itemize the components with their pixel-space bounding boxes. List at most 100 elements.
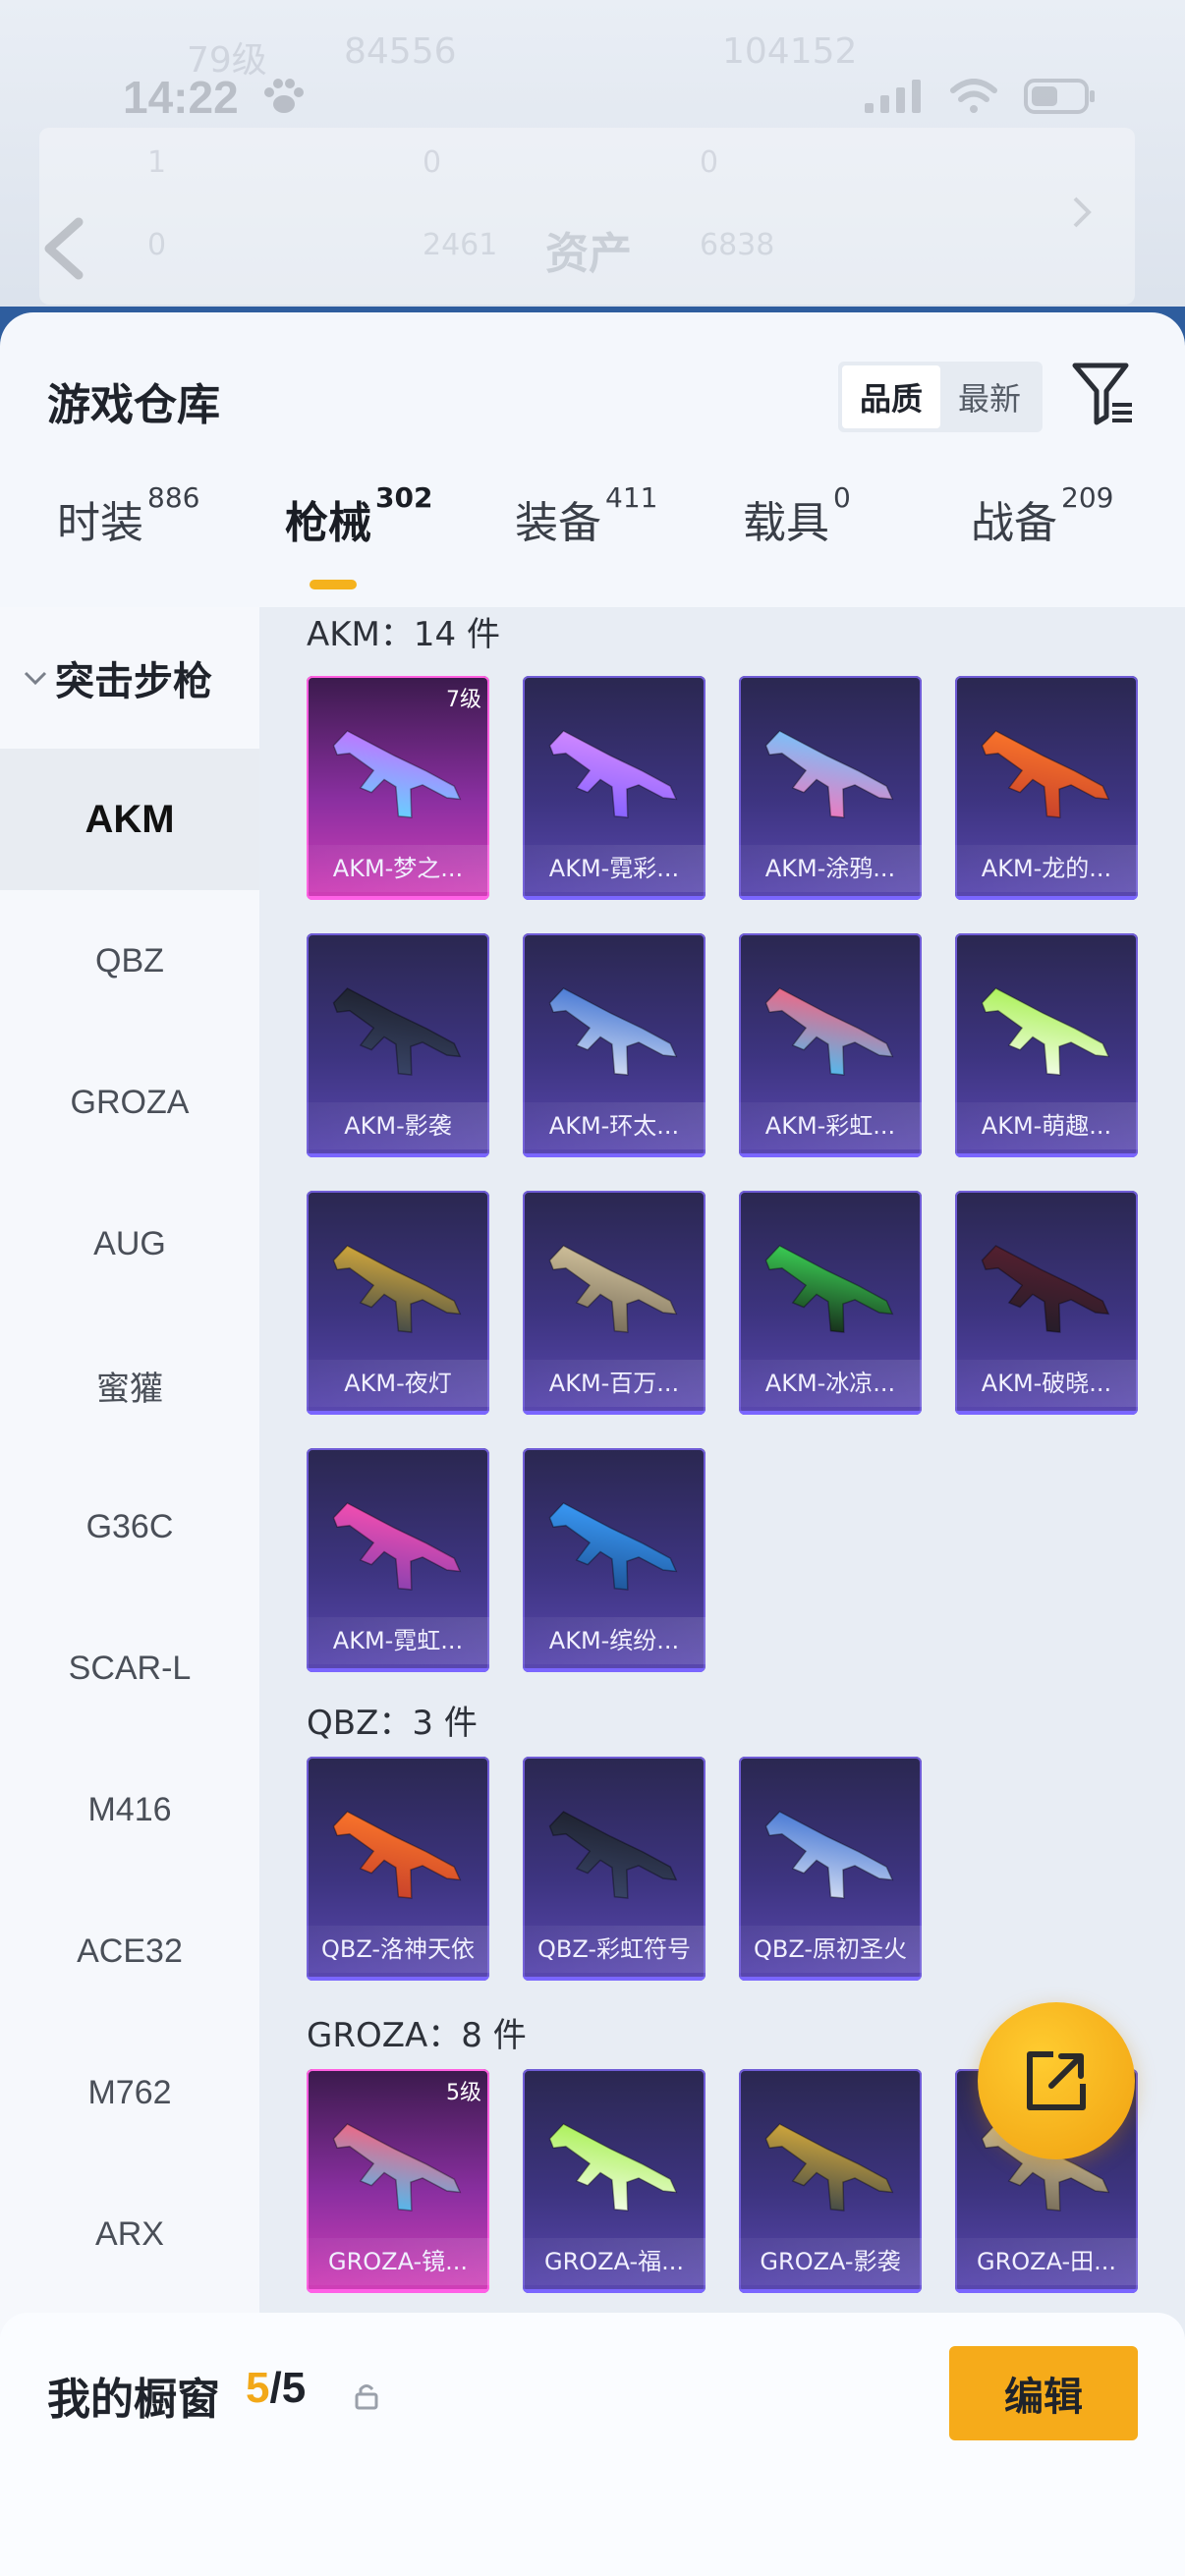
skin-card[interactable]: AKM-夜灯 — [307, 1191, 489, 1415]
skin-card[interactable]: QBZ-彩虹符号 — [523, 1757, 705, 1981]
rifle-icon — [764, 1245, 894, 1333]
rarity-bar — [955, 896, 1138, 900]
skin-card[interactable]: QBZ-原初圣火 — [739, 1757, 922, 1981]
bg-value-6: 0 — [147, 228, 167, 262]
showcase-total: /5 — [269, 2364, 307, 2412]
sidebar-item-m416[interactable]: M416 — [0, 1739, 259, 1880]
skin-level-badge: 7级 — [446, 688, 481, 712]
sidebar-item-arx[interactable]: ARX — [0, 2163, 259, 2305]
share-button[interactable] — [978, 2002, 1135, 2159]
skin-name: QBZ-彩虹符号 — [523, 1926, 705, 1973]
tab-vehicles[interactable]: 载具0 — [743, 481, 851, 550]
skin-card[interactable]: AKM-涂鸦... — [739, 676, 922, 900]
sidebar-item-g36c[interactable]: G36C — [0, 1456, 259, 1597]
wifi-icon — [950, 79, 997, 113]
rifle-icon — [548, 1245, 678, 1333]
battery-icon — [1024, 79, 1095, 114]
bg-value-4: 0 — [423, 145, 442, 180]
skin-name: GROZA-镜... — [307, 2238, 489, 2285]
rifle-icon — [332, 1502, 462, 1591]
rifle-icon — [332, 2123, 462, 2212]
sidebar-item-akm[interactable]: AKM — [0, 749, 259, 890]
tab-firearms[interactable]: 枪械302 — [285, 481, 432, 550]
sidebar-item-honey-badger[interactable]: 蜜獾 — [0, 1315, 259, 1456]
tab-fashion[interactable]: 时装886 — [57, 481, 199, 550]
edit-button[interactable]: 编辑 — [949, 2346, 1138, 2440]
bg-value-3: 1 — [147, 145, 167, 180]
sidebar-item-qbz[interactable]: QBZ — [0, 890, 259, 1032]
background-title: 资产 — [545, 229, 632, 279]
tab-count: 411 — [605, 481, 658, 514]
skin-name: QBZ-洛神天依 — [307, 1926, 489, 1973]
skin-card[interactable]: AKM-百万... — [523, 1191, 705, 1415]
rarity-bar — [523, 1411, 705, 1415]
showcase-current: 5 — [246, 2364, 270, 2412]
bg-value-5: 0 — [700, 145, 719, 180]
rarity-bar — [307, 896, 489, 900]
warehouse-sheet: 游戏仓库 品质 最新 时装886 枪械302 装备411 载具0 战备209 突… — [0, 312, 1185, 2576]
skin-name: AKM-百万... — [523, 1360, 705, 1407]
skin-card[interactable]: AKM-萌趣... — [955, 933, 1138, 1157]
rarity-bar — [739, 1411, 922, 1415]
rifle-icon — [981, 730, 1110, 818]
tab-count: 0 — [833, 481, 851, 514]
rarity-bar — [307, 1411, 489, 1415]
skin-card[interactable]: AKM-龙的... — [955, 676, 1138, 900]
tab-count: 886 — [147, 481, 200, 514]
rarity-bar — [523, 2289, 705, 2293]
group-title-akm: AKM：14 件 — [307, 615, 500, 654]
sidebar-header[interactable]: 突击步枪 — [0, 607, 259, 749]
back-chevron-icon[interactable] — [39, 216, 88, 281]
skin-card[interactable]: AKM-霓虹... — [307, 1448, 489, 1672]
skin-card[interactable]: GROZA-福... — [523, 2069, 705, 2293]
skin-card[interactable]: AKM-霓彩... — [523, 676, 705, 900]
tab-count: 209 — [1061, 481, 1114, 514]
bg-value-2: 104152 — [722, 31, 858, 72]
category-tabs: 时装886 枪械302 装备411 载具0 战备209 — [0, 481, 1185, 576]
tab-supplies[interactable]: 战备209 — [971, 481, 1113, 550]
background-header: 79级 84556 104152 1 0 0 0 2461 6838 14:22… — [0, 0, 1185, 324]
skin-card[interactable]: AKM-冰凉... — [739, 1191, 922, 1415]
skin-name: GROZA-福... — [523, 2238, 705, 2285]
skin-card[interactable]: AKM-彩虹... — [739, 933, 922, 1157]
rarity-bar — [739, 1977, 922, 1981]
rarity-bar — [523, 896, 705, 900]
status-icons — [865, 79, 1097, 114]
sidebar-item-ace32[interactable]: ACE32 — [0, 1880, 259, 2022]
skin-card[interactable]: 5级 GROZA-镜... — [307, 2069, 489, 2293]
filter-icon[interactable] — [1071, 360, 1134, 428]
sidebar-header-label: 突击步枪 — [55, 659, 212, 704]
rarity-bar — [307, 1977, 489, 1981]
rifle-icon — [332, 987, 462, 1076]
tab-label: 装备 — [515, 498, 601, 548]
rifle-icon — [764, 2123, 894, 2212]
rifle-icon — [764, 987, 894, 1076]
sidebar-item-m762[interactable]: M762 — [0, 2022, 259, 2163]
rifle-icon — [981, 1245, 1110, 1333]
sidebar-item-aug[interactable]: AUG — [0, 1173, 259, 1315]
skin-card[interactable]: AKM-破晓... — [955, 1191, 1138, 1415]
skin-card[interactable]: AKM-影袭 — [307, 933, 489, 1157]
skin-name: AKM-龙的... — [955, 845, 1138, 892]
skin-card[interactable]: AKM-缤纷... — [523, 1448, 705, 1672]
skin-card[interactable]: GROZA-影袭 — [739, 2069, 922, 2293]
rifle-icon — [332, 730, 462, 818]
rifle-icon — [548, 2123, 678, 2212]
sidebar-item-scar-l[interactable]: SCAR-L — [0, 1597, 259, 1739]
sidebar-item-groza[interactable]: GROZA — [0, 1032, 259, 1173]
rifle-icon — [548, 987, 678, 1076]
sort-newest-button[interactable]: 最新 — [940, 365, 1039, 428]
skin-name: QBZ-原初圣火 — [739, 1926, 922, 1973]
skin-name: AKM-涂鸦... — [739, 845, 922, 892]
rarity-bar — [523, 1977, 705, 1981]
skin-name: AKM-萌趣... — [955, 1102, 1138, 1149]
sort-quality-button[interactable]: 品质 — [842, 365, 940, 428]
skin-card[interactable]: 7级 AKM-梦之... — [307, 676, 489, 900]
skin-card[interactable]: AKM-环太... — [523, 933, 705, 1157]
skin-name: AKM-夜灯 — [307, 1360, 489, 1407]
rarity-bar — [523, 1668, 705, 1672]
tab-equipment[interactable]: 装备411 — [515, 481, 657, 550]
group-title-qbz: QBZ：3 件 — [307, 1704, 478, 1743]
skin-card[interactable]: QBZ-洛神天依 — [307, 1757, 489, 1981]
bg-value-7: 2461 — [423, 228, 498, 262]
